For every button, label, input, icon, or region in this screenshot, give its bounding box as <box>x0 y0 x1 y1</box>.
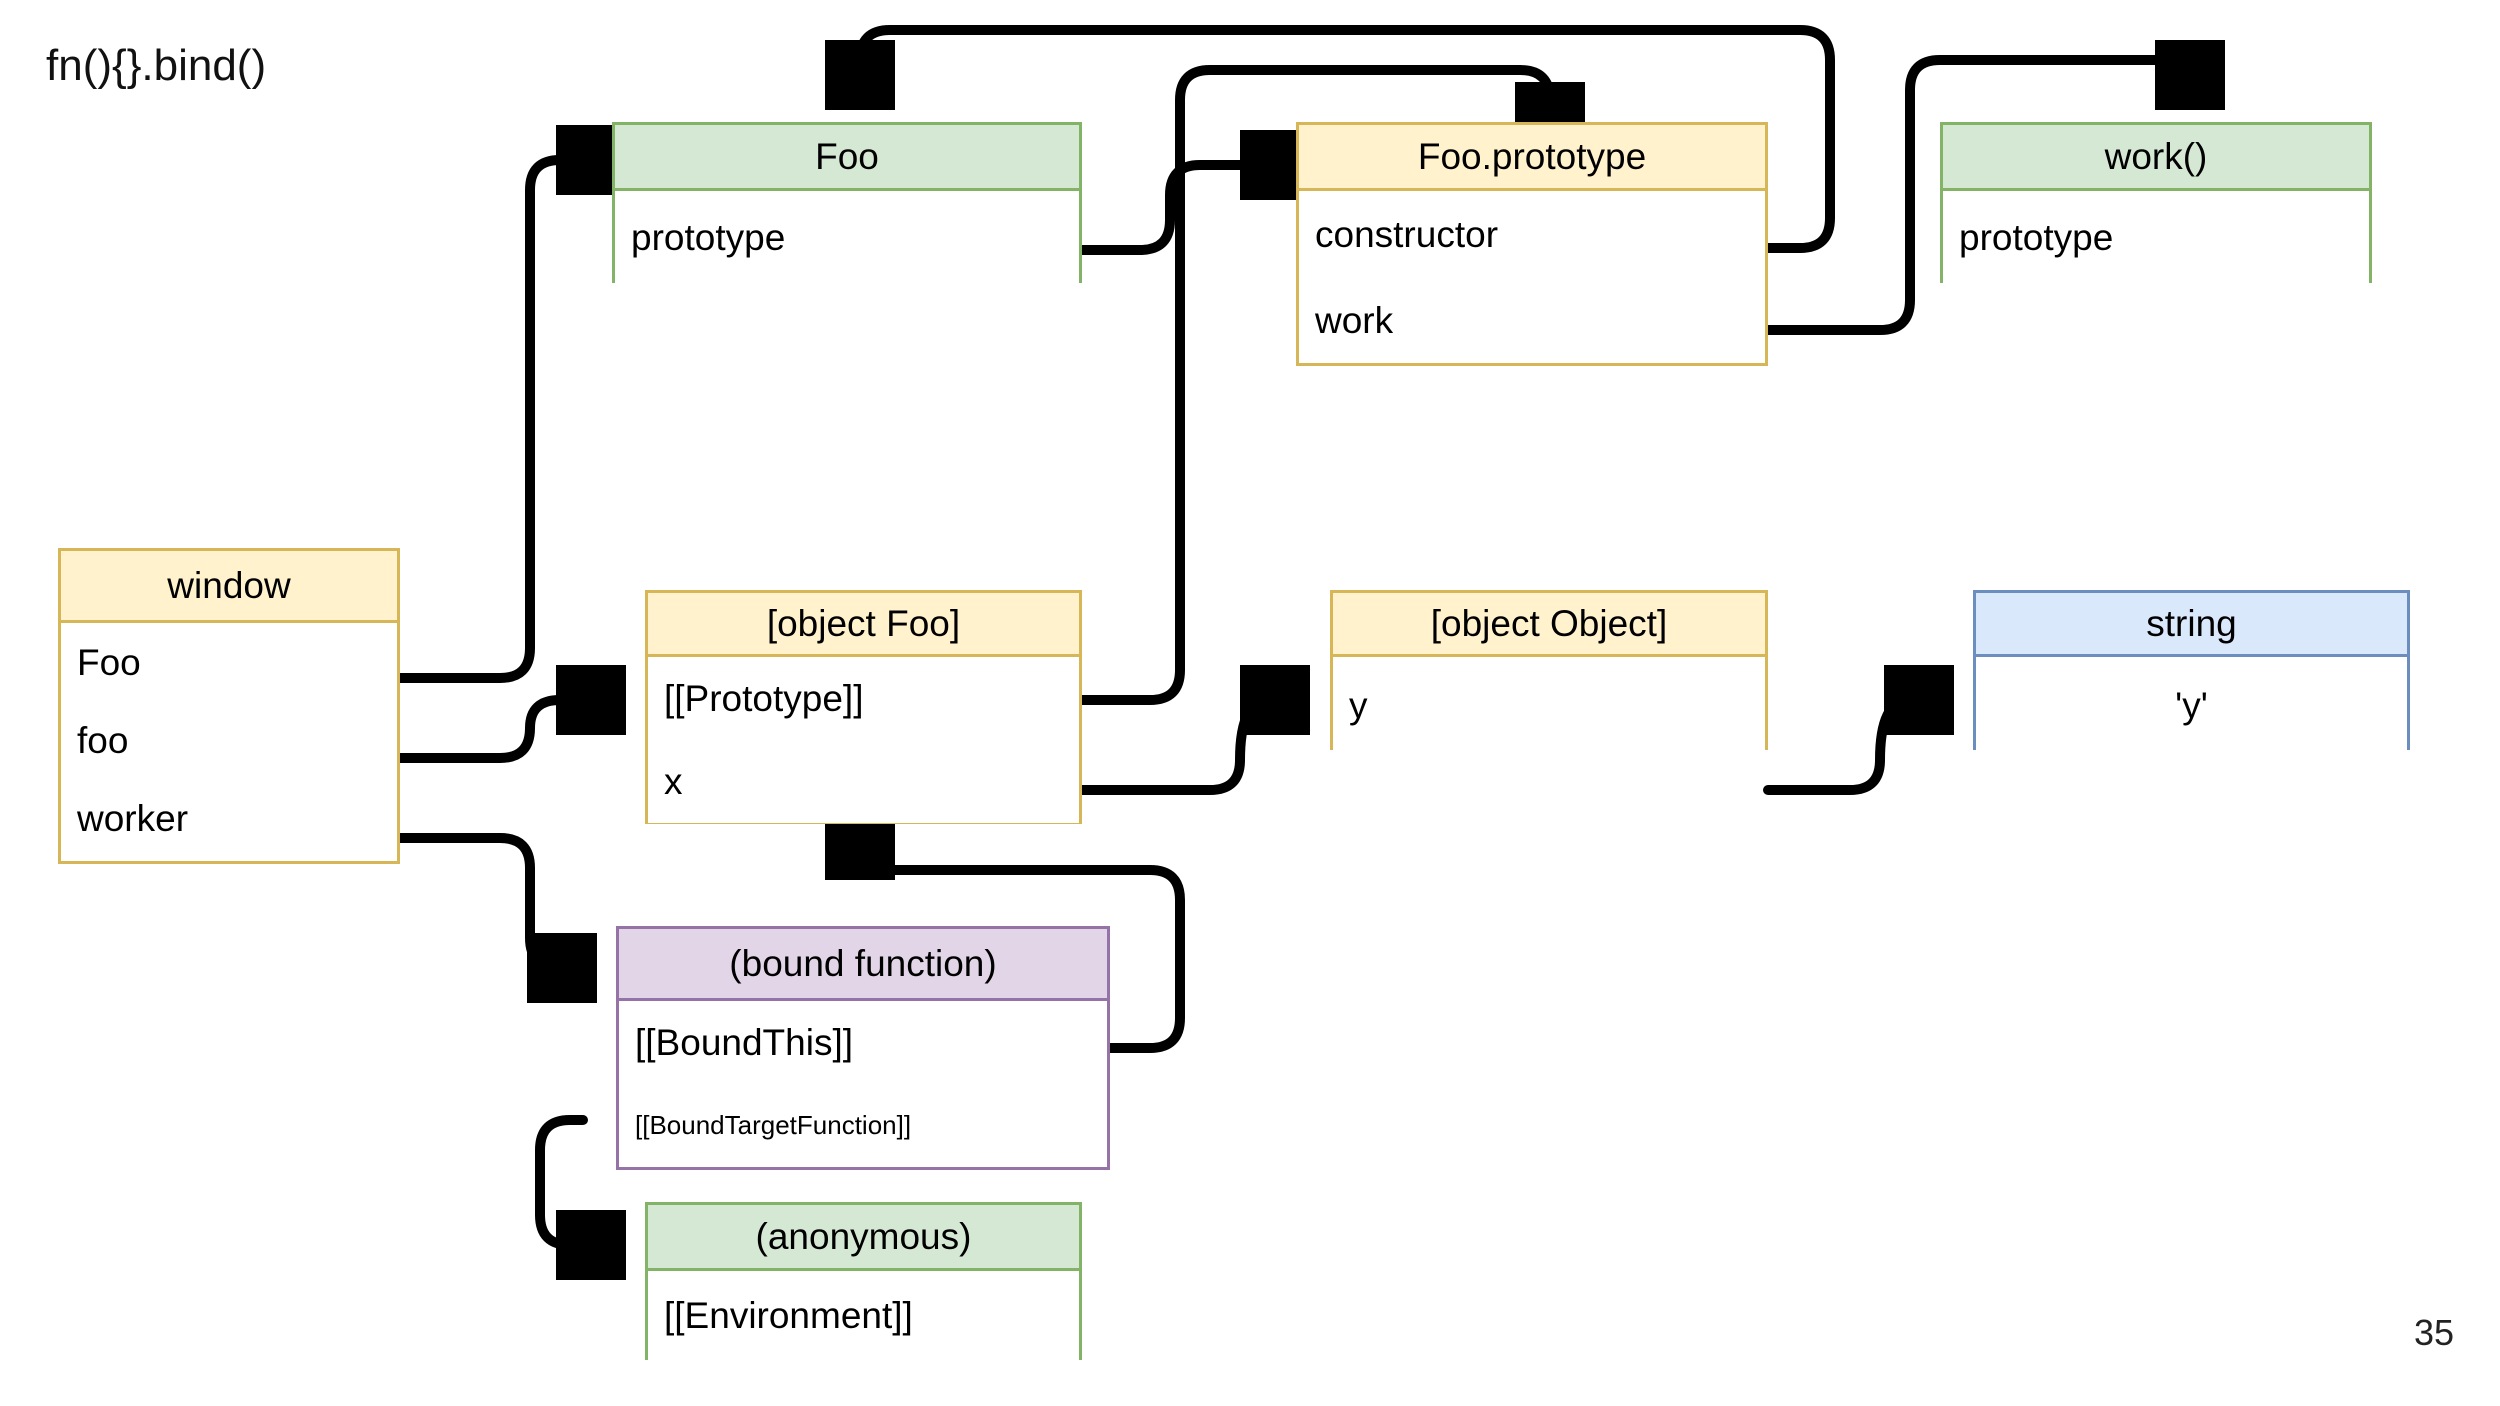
edge-boundtarget-anonymous <box>535 1115 612 1245</box>
node-object-object-row-y[interactable]: y <box>1333 657 1765 753</box>
node-work-function-row-prototype[interactable]: prototype <box>1943 191 2369 283</box>
node-foo-prototype-row-constructor[interactable]: constructor <box>1299 191 1765 277</box>
node-object-foo-row-prototype[interactable]: [[Prototype]] <box>648 657 1079 740</box>
edge-x-object-object <box>1077 700 1296 795</box>
node-foo-constructor-title: Foo <box>615 125 1079 191</box>
page-number: 35 <box>2413 1312 2454 1353</box>
node-foo-constructor-row-prototype[interactable]: prototype <box>615 191 1079 283</box>
diagram-canvas: fn(){}.bind() 35 window Foo foo worker F… <box>0 0 2500 1406</box>
node-anonymous[interactable]: (anonymous) [[Environment]] <box>645 1202 1082 1360</box>
node-bound-function-row-boundtargetfunction[interactable]: [[BoundTargetFunction]] <box>619 1083 1107 1167</box>
node-anonymous-row-environment[interactable]: [[Environment]] <box>648 1271 1079 1360</box>
node-object-foo-title: [object Foo] <box>648 593 1079 657</box>
node-string-row-value[interactable]: 'y' <box>1976 657 2407 753</box>
node-object-foo[interactable]: [object Foo] [[Prototype]] x <box>645 590 1082 824</box>
node-string-title: string <box>1976 593 2407 657</box>
node-bound-function[interactable]: (bound function) [[BoundThis]] [[BoundTa… <box>616 926 1110 1170</box>
node-object-object[interactable]: [object Object] y <box>1330 590 1768 753</box>
node-window-row-foo-ctor[interactable]: Foo <box>61 623 397 701</box>
node-string[interactable]: string 'y' <box>1973 590 2410 753</box>
node-anonymous-title: (anonymous) <box>648 1205 1079 1271</box>
node-window-row-foo[interactable]: foo <box>61 701 397 779</box>
node-bound-function-row-boundthis[interactable]: [[BoundThis]] <box>619 1001 1107 1083</box>
slide-title: fn(){}.bind() <box>46 41 267 90</box>
edge-window-foo-ctor <box>395 160 612 683</box>
node-foo-prototype[interactable]: Foo.prototype constructor work <box>1296 122 1768 366</box>
edge-window-object-foo <box>395 700 612 763</box>
edge-y-string <box>1763 700 1940 795</box>
node-window[interactable]: window Foo foo worker <box>58 548 400 864</box>
node-object-object-title: [object Object] <box>1333 593 1765 657</box>
node-bound-function-title: (bound function) <box>619 929 1107 1001</box>
edge-window-bound-function <box>395 833 583 968</box>
node-work-function[interactable]: work() prototype <box>1940 122 2372 283</box>
node-work-function-title: work() <box>1943 125 2369 191</box>
node-window-row-worker[interactable]: worker <box>61 779 397 857</box>
node-object-foo-row-x[interactable]: x <box>648 740 1079 823</box>
node-window-title: window <box>61 551 397 623</box>
edge-foo-ctor-foo-prototype <box>1077 165 1296 255</box>
node-foo-prototype-row-work[interactable]: work <box>1299 277 1765 363</box>
node-foo-prototype-title: Foo.prototype <box>1299 125 1765 191</box>
node-foo-constructor[interactable]: Foo prototype <box>612 122 1082 283</box>
